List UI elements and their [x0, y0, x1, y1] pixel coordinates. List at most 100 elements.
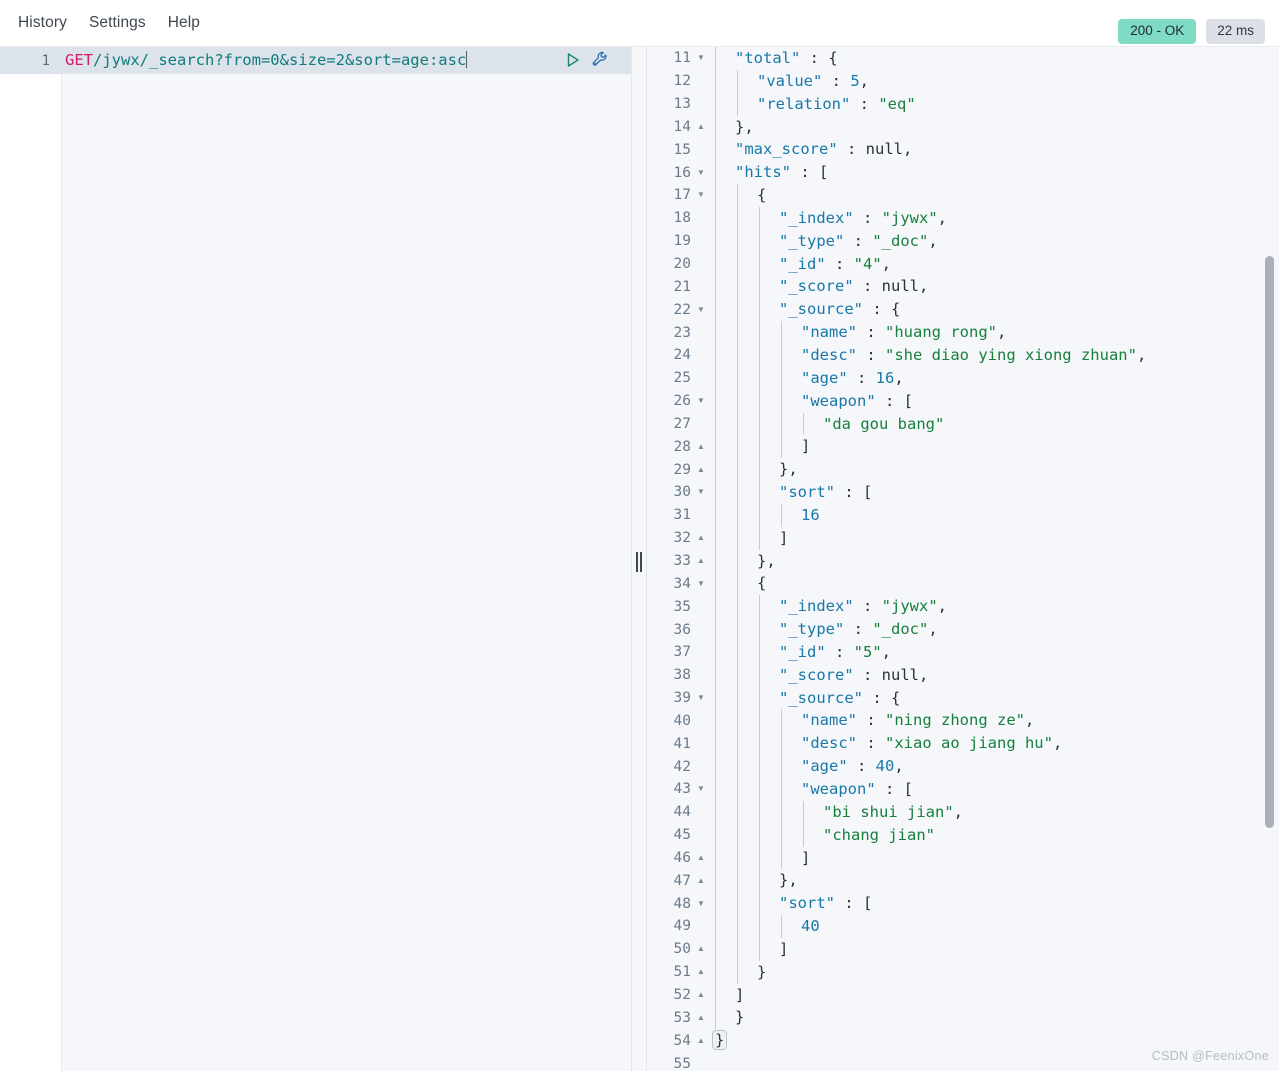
request-method: GET	[65, 51, 93, 69]
token-s: "da gou bang"	[823, 414, 945, 433]
editor-gutter	[0, 47, 62, 1071]
fold-expand-icon[interactable]: ▲	[693, 847, 709, 869]
wrench-icon[interactable]	[591, 50, 610, 74]
token-k: "weapon"	[801, 391, 876, 410]
code-line: 51 ▲}	[647, 960, 1279, 984]
code-text: "_index" : "jywx",	[779, 595, 947, 618]
token-p: ,	[894, 368, 904, 387]
token-p: :	[847, 368, 876, 387]
token-p: }	[757, 962, 767, 981]
token-p: :	[853, 277, 882, 296]
fold-expand-icon[interactable]: ▲	[693, 436, 709, 458]
fold-expand-icon[interactable]: ▲	[693, 984, 709, 1006]
code-line: 49 40	[647, 915, 1279, 938]
token-nl: null	[881, 277, 919, 296]
code-text: ]	[801, 847, 810, 870]
token-p: {	[757, 186, 767, 205]
response-pane[interactable]: 11 ▼ "total" : {12 "value" : 5, 13 "relation"…	[646, 47, 1279, 1071]
line-number: 47	[673, 872, 691, 889]
watermark: CSDN @FeenixOne	[1151, 1049, 1269, 1063]
code-line: 20 "_id" : "4",	[647, 252, 1279, 276]
token-p: [	[819, 163, 829, 182]
token-p: {	[757, 574, 767, 593]
fold-collapse-icon[interactable]: ▼	[693, 184, 709, 206]
code-line: 41 "desc" : "xiao ao jiang hu",	[647, 732, 1279, 756]
token-k: "age"	[801, 757, 848, 776]
code-text: "total" : {	[735, 47, 838, 70]
fold-collapse-icon[interactable]: ▼	[693, 573, 709, 595]
token-p: ]	[779, 939, 789, 958]
splitter-grip-icon[interactable]	[636, 552, 642, 572]
token-k: "_score"	[779, 665, 854, 684]
fold-expand-icon[interactable]: ▲	[693, 459, 709, 481]
line-number: 21	[673, 278, 691, 295]
indent-guides	[709, 960, 1279, 984]
token-p: ,	[918, 665, 929, 684]
token-p: }	[735, 1008, 745, 1027]
request-line[interactable]: 1 GET/jywx/_search?from=0&size=2&sort=ag…	[0, 47, 631, 74]
request-text[interactable]: GET/jywx/_search?from=0&size=2&sort=age:…	[65, 47, 468, 74]
token-nl: null	[865, 140, 903, 159]
indent-guides	[709, 526, 1279, 550]
token-p: ,	[953, 802, 963, 821]
fold-expand-icon[interactable]: ▲	[693, 961, 709, 983]
fold-expand-icon[interactable]: ▲	[693, 870, 709, 892]
code-line: 37 "_id" : "5",	[647, 640, 1279, 664]
fold-expand-icon[interactable]: ▲	[693, 527, 709, 549]
fold-expand-icon[interactable]: ▲	[693, 116, 709, 138]
token-k: "_index"	[779, 208, 854, 227]
request-path: /jywx/_search?from=0&size=2&sort=age:asc	[93, 51, 467, 69]
code-text: }	[711, 1029, 728, 1052]
code-line: 32 ▲]	[647, 526, 1279, 550]
line-number: 49	[673, 918, 691, 935]
code-line: 47 ▲},	[647, 869, 1279, 893]
fold-collapse-icon[interactable]: ▼	[693, 299, 709, 321]
token-n: 16	[875, 368, 895, 387]
line-number: 26	[673, 393, 691, 410]
indent-guides	[709, 983, 1279, 1007]
code-text: "age" : 40,	[801, 755, 904, 778]
token-p: :	[853, 208, 882, 227]
code-line: 26 ▼ "weapon" : [	[647, 389, 1279, 413]
token-p: {	[891, 688, 901, 707]
menu-item-settings[interactable]: Settings	[89, 15, 146, 31]
fold-collapse-icon[interactable]: ▼	[693, 893, 709, 915]
fold-collapse-icon[interactable]: ▼	[693, 162, 709, 184]
code-line: 33 ▲},	[647, 549, 1279, 573]
fold-collapse-icon[interactable]: ▼	[693, 687, 709, 709]
code-text: },	[779, 869, 798, 892]
code-text: {	[757, 572, 766, 595]
code-line: 27 "da gou bang"	[647, 412, 1279, 436]
line-number: 23	[673, 324, 691, 341]
code-line: 21 "_score" : null,	[647, 275, 1279, 299]
token-p: {	[891, 300, 901, 319]
token-s: "ning zhong ze"	[885, 711, 1025, 730]
pane-splitter[interactable]	[632, 47, 646, 1071]
fold-expand-icon[interactable]: ▲	[693, 938, 709, 960]
token-n: 16	[801, 505, 820, 524]
fold-expand-icon[interactable]: ▲	[693, 1007, 709, 1029]
fold-collapse-icon[interactable]: ▼	[693, 390, 709, 412]
fold-collapse-icon[interactable]: ▼	[693, 47, 709, 69]
request-editor-pane[interactable]: 1 GET/jywx/_search?from=0&size=2&sort=ag…	[0, 47, 632, 1071]
menu-item-help[interactable]: Help	[168, 15, 200, 31]
token-p: ,	[1052, 734, 1063, 753]
token-p: [	[863, 483, 873, 502]
request-actions	[564, 50, 610, 74]
token-s: "bi shui jian"	[823, 802, 954, 821]
fold-expand-icon[interactable]: ▲	[693, 1030, 709, 1052]
menu-item-history[interactable]: History	[18, 15, 67, 31]
token-p: ,	[859, 71, 870, 90]
token-k: "age"	[801, 368, 848, 387]
code-text: "name" : "huang rong",	[801, 321, 1006, 344]
response-scrollbar[interactable]	[1265, 256, 1274, 828]
fold-collapse-icon[interactable]: ▼	[693, 778, 709, 800]
indent-guides	[709, 389, 1279, 413]
code-text: "da gou bang"	[823, 413, 944, 436]
token-p: :	[791, 163, 819, 182]
fold-collapse-icon[interactable]: ▼	[693, 481, 709, 503]
play-icon[interactable]	[564, 51, 582, 74]
line-number: 40	[673, 712, 691, 729]
fold-expand-icon[interactable]: ▲	[693, 550, 709, 572]
indent-guides	[709, 412, 1279, 436]
